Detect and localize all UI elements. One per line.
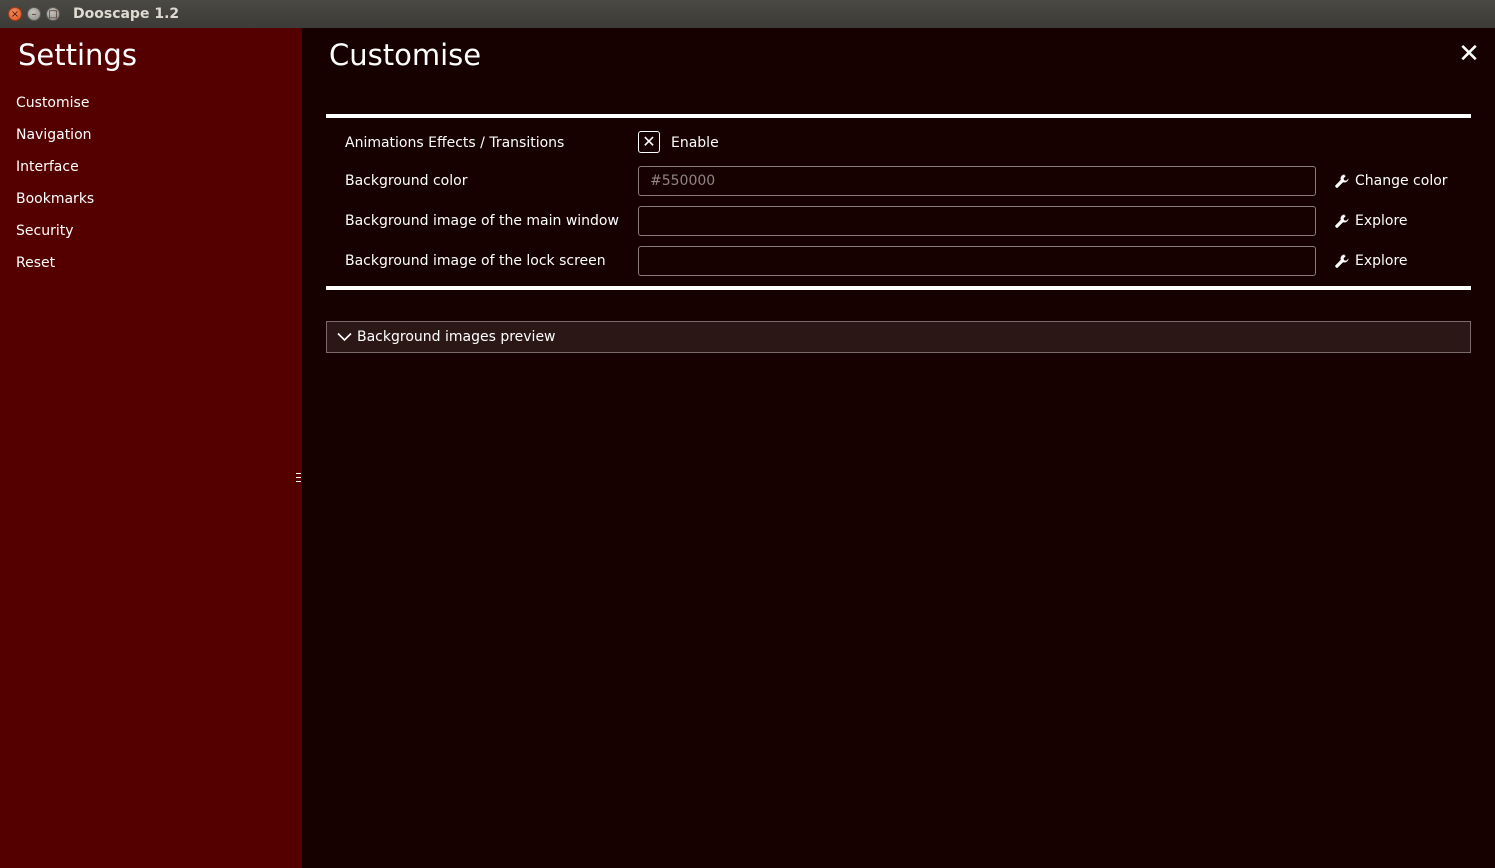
sidebar-nav: Customise Navigation Interface Bookmarks… — [16, 94, 94, 286]
background-color-input[interactable] — [638, 166, 1316, 196]
change-color-label: Change color — [1355, 173, 1448, 189]
settings-sidebar: Settings Customise Navigation Interface … — [0, 28, 302, 868]
wrench-icon — [1335, 174, 1349, 188]
window-title: Dooscape 1.2 — [73, 6, 180, 22]
wrench-icon — [1335, 254, 1349, 268]
settings-content: Customise ✕ Animations Effects / Transit… — [302, 28, 1495, 868]
window-titlebar: × – □ Dooscape 1.2 — [0, 0, 1495, 28]
close-icon[interactable]: ✕ — [1458, 41, 1480, 67]
explore-label: Explore — [1355, 213, 1408, 229]
main-window-image-label: Background image of the main window — [345, 213, 619, 229]
sidebar-heading: Settings — [18, 38, 137, 72]
window-maximize-button[interactable]: □ — [46, 7, 60, 21]
sidebar-item-interface[interactable]: Interface — [16, 158, 94, 190]
page-title: Customise — [329, 38, 482, 72]
main-window-image-input[interactable] — [638, 206, 1316, 236]
sidebar-item-reset[interactable]: Reset — [16, 254, 94, 286]
explore-main-window-button[interactable]: Explore — [1334, 212, 1408, 230]
section-divider-top — [326, 114, 1471, 118]
chevron-down-icon — [337, 332, 352, 342]
background-color-label: Background color — [345, 173, 468, 189]
change-color-button[interactable]: Change color — [1334, 172, 1448, 190]
setting-row-main-window-image: Background image of the main window Expl… — [326, 206, 1471, 246]
setting-row-background-color: Background color Change color — [326, 166, 1471, 206]
sidebar-item-customise[interactable]: Customise — [16, 94, 94, 126]
lock-screen-image-input[interactable] — [638, 246, 1316, 276]
sidebar-item-navigation[interactable]: Navigation — [16, 126, 94, 158]
sidebar-item-bookmarks[interactable]: Bookmarks — [16, 190, 94, 222]
animations-label: Animations Effects / Transitions — [345, 135, 565, 151]
wrench-icon — [1335, 214, 1349, 228]
window-minimize-button[interactable]: – — [27, 7, 41, 21]
explore-lock-screen-button[interactable]: Explore — [1334, 252, 1408, 270]
setting-row-animations: Animations Effects / Transitions ✕ Enabl… — [326, 124, 1471, 164]
sidebar-item-security[interactable]: Security — [16, 222, 94, 254]
window-close-button[interactable]: × — [8, 7, 22, 21]
animations-checkbox[interactable]: ✕ — [638, 131, 660, 153]
background-preview-label: Background images preview — [357, 329, 556, 345]
setting-row-lock-screen-image: Background image of the lock screen Expl… — [326, 246, 1471, 286]
background-preview-toggle[interactable]: Background images preview — [326, 321, 1471, 353]
animations-checkbox-label[interactable]: Enable — [671, 135, 719, 151]
explore-label: Explore — [1355, 253, 1408, 269]
section-divider-bottom — [326, 286, 1471, 290]
lock-screen-image-label: Background image of the lock screen — [345, 253, 606, 269]
